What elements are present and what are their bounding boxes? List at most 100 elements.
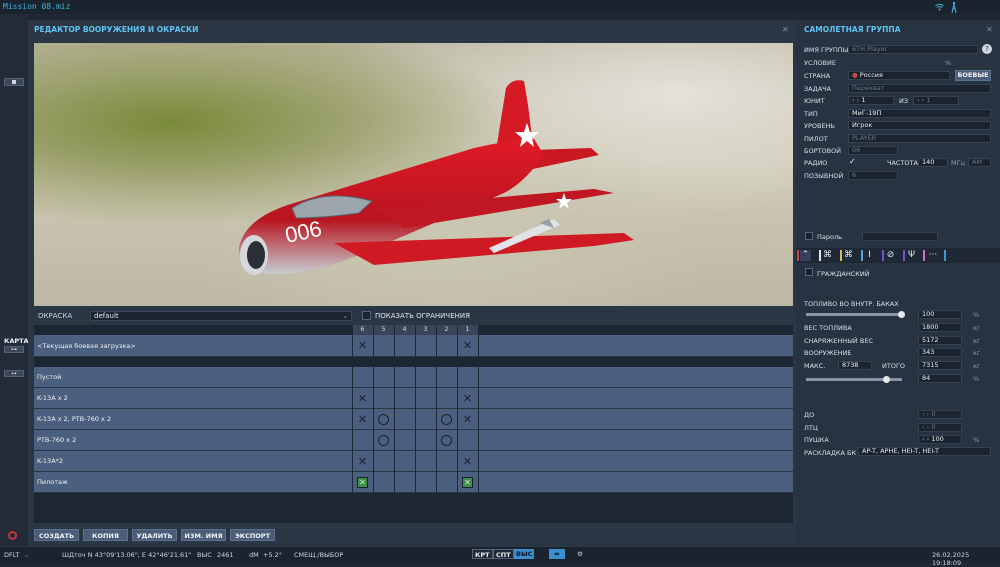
- tower-icon[interactable]: [951, 2, 957, 14]
- gun-percent-unit: %: [973, 436, 980, 444]
- fuel-slider[interactable]: [806, 313, 902, 316]
- column-divider: [436, 325, 437, 523]
- skill-select[interactable]: Игрок: [848, 121, 991, 130]
- missile-icon[interactable]: ✕: [357, 340, 368, 351]
- tab-color-marker: [861, 250, 863, 261]
- group-name-input[interactable]: 6TH Player: [848, 45, 978, 54]
- missile-icon[interactable]: ✕: [357, 414, 368, 425]
- task-select[interactable]: Перехват: [848, 84, 991, 93]
- unit-stepper[interactable]: ‹ › 1: [848, 96, 894, 105]
- arrow-icon[interactable]: ↦: [4, 370, 24, 377]
- settings-icon[interactable]: ⚙: [575, 549, 585, 559]
- civil-label: ГРАЖДАНСКИЙ: [817, 270, 870, 278]
- spt-button[interactable]: СПТ: [493, 549, 514, 559]
- wifi-icon[interactable]: [935, 3, 944, 11]
- missile-icon[interactable]: ✕: [462, 456, 473, 467]
- payload-icon[interactable]: ⌘: [822, 250, 833, 261]
- unit-total-input[interactable]: ‹ › 1: [913, 96, 959, 105]
- condition-label: УСЛОВИЕ: [804, 59, 836, 67]
- copy-button[interactable]: КОПИЯ: [83, 529, 128, 541]
- missile-icon[interactable]: ✕: [357, 456, 368, 467]
- route-icon[interactable]: ⌃: [800, 250, 811, 261]
- rocket-pod-icon[interactable]: [441, 435, 452, 446]
- total-weight-value: 7315: [918, 361, 962, 370]
- missile-icon[interactable]: ✕: [462, 340, 473, 351]
- loadout-row[interactable]: K-13A*2: [34, 451, 793, 472]
- callsign-label: ПОЗЫВНОЙ: [804, 172, 844, 180]
- station-header: 6: [352, 325, 373, 335]
- target-icon[interactable]: [8, 531, 17, 540]
- total-weight-indicator: [882, 376, 890, 383]
- more-icon[interactable]: ···: [926, 250, 940, 261]
- ruler-icon[interactable]: ⇹: [549, 549, 565, 559]
- rename-button[interactable]: ИЗМ. ИМЯ: [181, 529, 226, 541]
- stepper-arrows-icon: ‹ ›: [922, 435, 932, 443]
- combat-button[interactable]: БОЕВЫЕ: [955, 70, 991, 81]
- toolbar-toggle-button[interactable]: [4, 78, 24, 86]
- password-checkbox[interactable]: [805, 232, 813, 240]
- chaff-stepper[interactable]: ‹ › 0: [918, 410, 962, 419]
- show-limits-checkbox[interactable]: [362, 311, 371, 320]
- delete-button[interactable]: УДАЛИТЬ: [132, 529, 177, 541]
- flares-label: ЛТЦ: [804, 424, 818, 432]
- pilot-input[interactable]: PLAYER: [848, 134, 991, 143]
- fuel-slider-handle[interactable]: [898, 311, 905, 318]
- mode-select[interactable]: DFLT: [4, 551, 19, 559]
- krt-button[interactable]: КРТ: [472, 549, 493, 559]
- civil-checkbox[interactable]: [805, 268, 813, 276]
- stepper-arrows-icon: ‹ ›: [852, 96, 862, 104]
- coordinates: ШДточ N 43°09'13.06", E 42°46'21.61": [62, 551, 192, 559]
- skin-select[interactable]: default ⌄: [90, 311, 352, 321]
- loadout-row[interactable]: K-13A x 2, РТВ-760 x 2: [34, 409, 793, 430]
- help-icon[interactable]: ?: [982, 44, 992, 54]
- condition-unit: %: [945, 59, 952, 67]
- loadout-row[interactable]: K-13A x 2: [34, 388, 793, 409]
- missile-icon[interactable]: ✕: [462, 414, 473, 425]
- flares-stepper[interactable]: ‹ › 0: [918, 423, 962, 432]
- smoke-icon[interactable]: ✕: [357, 477, 368, 488]
- station-header: 2: [436, 325, 457, 335]
- gun-stepper[interactable]: ‹ › 100: [918, 435, 962, 444]
- rocket-pod-icon[interactable]: [378, 414, 389, 425]
- fuel-percent-unit: %: [973, 311, 980, 319]
- create-button[interactable]: СОЗДАТЬ: [34, 529, 79, 541]
- antenna-icon[interactable]: Ψ: [906, 250, 917, 261]
- chevron-down-icon[interactable]: ⌄: [24, 551, 29, 559]
- smoke-icon[interactable]: ✕: [462, 477, 473, 488]
- rocket-pod-icon[interactable]: [441, 414, 452, 425]
- aircraft-preview[interactable]: 006: [34, 43, 793, 306]
- flight-group-panel: [796, 20, 1000, 546]
- tail-number-input[interactable]: 06: [848, 146, 898, 155]
- fuel-percent-input[interactable]: 100: [918, 310, 962, 319]
- aircraft-settings-icon[interactable]: ⌘: [843, 250, 854, 261]
- loadout-row[interactable]: РТВ-760 x 2: [34, 430, 793, 451]
- max-weight-value: 8738: [838, 361, 872, 370]
- loadout-row[interactable]: Пустой: [34, 367, 793, 388]
- ammo-belt-select[interactable]: AP-T, APHE, HEI-T, HEI-T: [858, 447, 991, 456]
- chaff-value: 0: [931, 410, 936, 418]
- close-icon[interactable]: ✕: [986, 25, 993, 34]
- vys-button[interactable]: ВЫС: [514, 549, 535, 559]
- tab-color-marker: [840, 250, 842, 261]
- column-divider: [415, 325, 416, 523]
- pilot-label: ПИЛОТ: [804, 135, 828, 143]
- export-button[interactable]: ЭКСПОРТ: [230, 529, 275, 541]
- key-icon[interactable]: ⊶: [4, 346, 24, 353]
- type-select[interactable]: МиГ-19П: [848, 109, 991, 118]
- modulation-select[interactable]: AM: [968, 158, 991, 167]
- rocket-pod-icon[interactable]: [378, 435, 389, 446]
- radio-settings-icon[interactable]: Ⅰ: [864, 250, 875, 261]
- radio-checkmark-icon[interactable]: ✓: [849, 157, 856, 166]
- column-divider: [352, 325, 353, 523]
- options-icon[interactable]: ⊘: [885, 250, 896, 261]
- current-loadout-row[interactable]: <Текущая боевая загрузка>: [34, 335, 793, 357]
- loadout-row[interactable]: Пилотаж: [34, 472, 793, 493]
- frequency-input[interactable]: 140: [918, 158, 948, 167]
- missile-icon[interactable]: ✕: [462, 393, 473, 404]
- missile-icon[interactable]: ✕: [357, 393, 368, 404]
- country-select[interactable]: ● Россия: [848, 71, 950, 80]
- close-icon[interactable]: ✕: [782, 25, 789, 34]
- callsign-input[interactable]: 6: [848, 171, 898, 180]
- password-input[interactable]: [862, 232, 938, 241]
- fuel-weight-value: 1800: [918, 323, 962, 332]
